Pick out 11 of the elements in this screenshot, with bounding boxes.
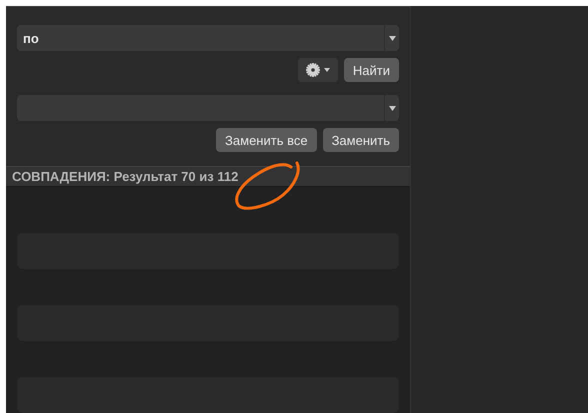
gear-icon — [306, 63, 320, 77]
replace-button[interactable]: Заменить — [322, 128, 399, 152]
find-field[interactable]: по — [17, 25, 384, 51]
dropdown-button[interactable] — [384, 95, 399, 121]
options-button[interactable] — [298, 58, 338, 82]
dropdown-arrow-icon — [388, 106, 396, 110]
find-button[interactable]: Найти — [344, 58, 399, 82]
matches-count: СОВПАДЕНИЯ: Результат 70 из 112 — [12, 169, 238, 184]
replace-all-button[interactable]: Заменить все — [216, 128, 317, 152]
dropdown-arrow-icon — [388, 36, 396, 40]
dropdown-button[interactable] — [384, 25, 399, 51]
